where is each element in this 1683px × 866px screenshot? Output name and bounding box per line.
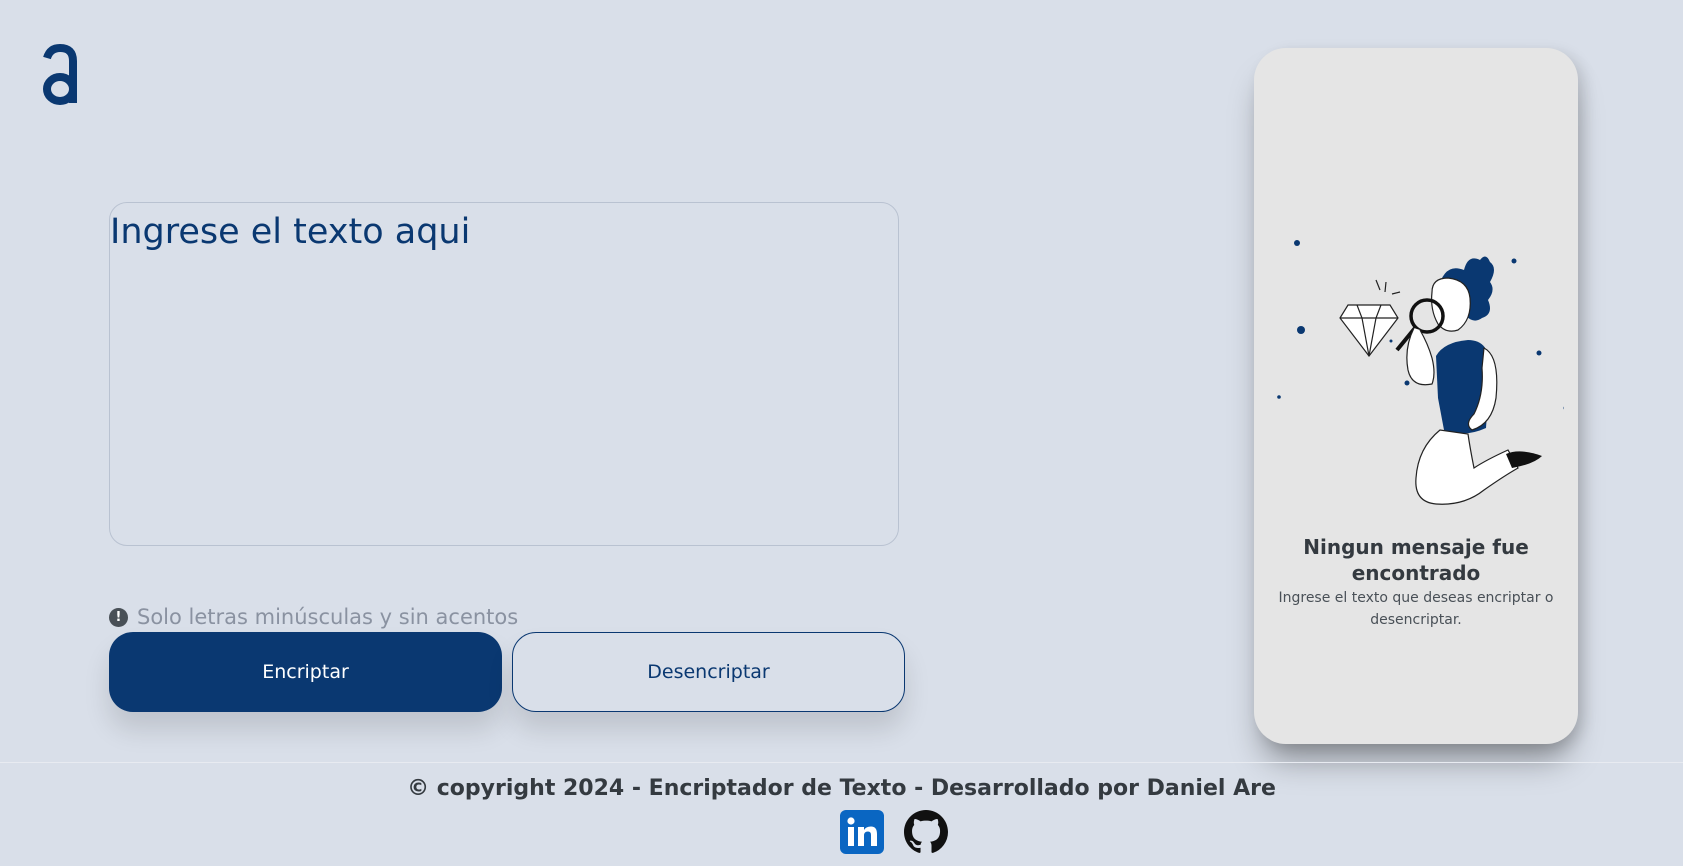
empty-state-title: Ningun mensaje fue encontrado [1303, 535, 1529, 585]
footer-divider [0, 762, 1683, 763]
social-links [840, 810, 948, 854]
text-input[interactable] [109, 202, 899, 546]
output-panel: Ningun mensaje fue encontrado Ingrese el… [1254, 48, 1578, 744]
github-icon[interactable] [904, 810, 948, 854]
empty-state-subtitle: Ingrese el texto que deseas encriptar o … [1278, 590, 1554, 628]
hint-text: Solo letras minúsculas y sin acentos [137, 605, 519, 629]
decrypt-button[interactable]: Desencriptar [512, 632, 905, 712]
hint: ! Solo letras minúsculas y sin acentos [109, 604, 518, 630]
footer-copyright: © copyright 2024 - Encriptador de Texto … [407, 776, 1276, 801]
linkedin-icon[interactable] [840, 810, 884, 854]
person-with-magnifying-glass-illustration [1277, 240, 1564, 505]
logo-icon[interactable] [40, 43, 80, 108]
encrypt-button[interactable]: Encriptar [109, 632, 502, 712]
exclamation-circle-icon: ! [109, 607, 128, 627]
